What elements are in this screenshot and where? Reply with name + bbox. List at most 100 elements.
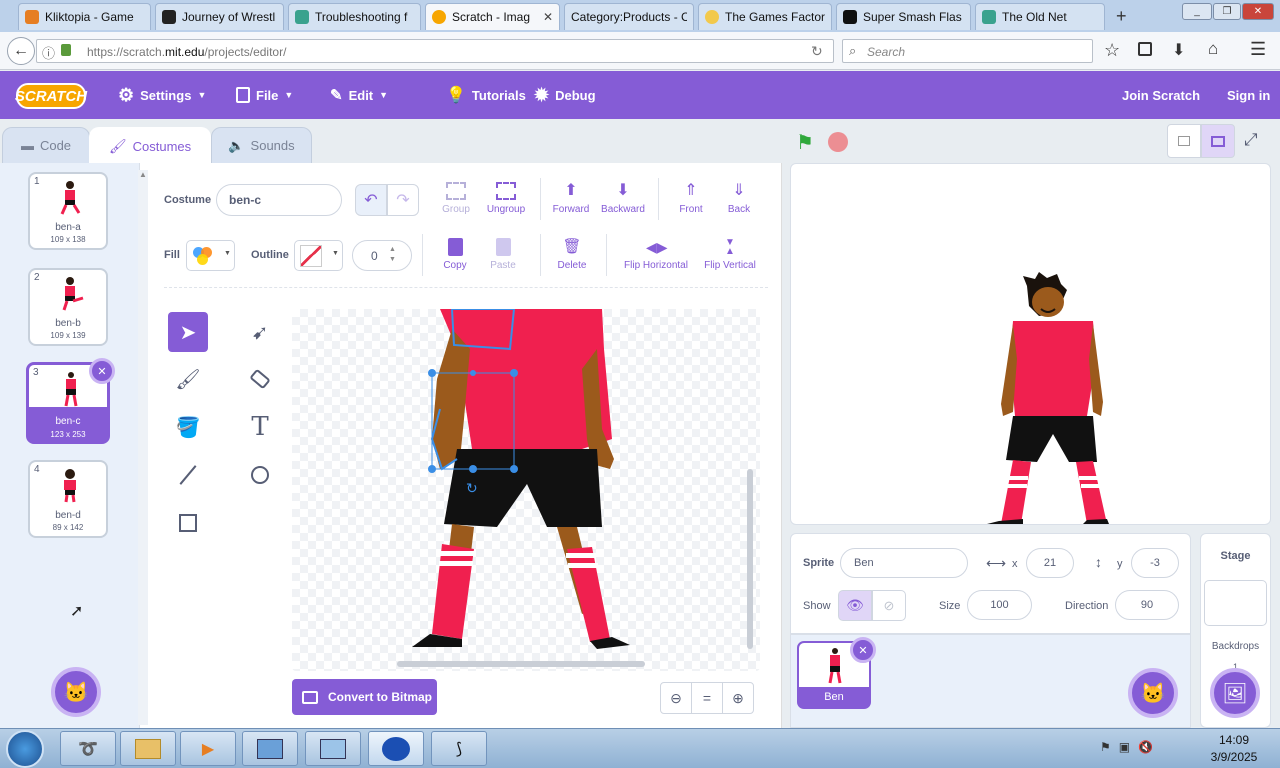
scratch-logo[interactable]: SCRATCH [15, 83, 87, 109]
debug-button[interactable]: ✹ Debug [534, 71, 596, 119]
costume-item[interactable]: 2 ben-b 109 x 139 [28, 268, 108, 346]
choose-costume-button[interactable]: 🐱 [51, 667, 101, 717]
stage-canvas[interactable] [790, 163, 1271, 525]
costume-name-input[interactable]: ben-c [216, 184, 342, 216]
fill-tool[interactable]: 🪣 [168, 407, 208, 447]
fullscreen-icon[interactable]: ⤢ [1244, 130, 1258, 150]
tab-code[interactable]: ▬ Code [2, 127, 90, 164]
redo-button[interactable]: ↷ [387, 184, 419, 216]
browser-tab[interactable]: The Old Net [975, 3, 1105, 30]
tab-costumes[interactable]: 🖌 Costumes [89, 127, 211, 165]
flip-horizontal-button[interactable]: ◀▶ Flip Horizontal [616, 238, 696, 271]
hamburger-menu-icon[interactable]: ☰ [1250, 39, 1266, 60]
info-icon[interactable]: ⓘ [42, 43, 55, 62]
sprite-name-input[interactable]: Ben [840, 548, 968, 578]
choose-sprite-button[interactable]: 🐱 [1128, 668, 1178, 718]
costume-list-scrollbar[interactable]: ▲ [138, 170, 148, 725]
text-tool[interactable]: T [240, 407, 280, 447]
close-window-icon[interactable]: ✕ [1242, 3, 1274, 20]
flip-vertical-button[interactable]: ▼ ▲ Flip Vertical [698, 238, 762, 272]
browser-tab[interactable]: Category:Products - C [564, 3, 694, 30]
zoom-reset-button[interactable]: = [691, 682, 723, 714]
x-input[interactable]: 21 [1026, 548, 1074, 578]
costume-item[interactable]: 1 ben-a 109 x 138 [28, 172, 108, 250]
new-tab-icon[interactable]: + [1116, 6, 1127, 27]
edit-menu[interactable]: ✎ Edit ▼ [330, 71, 388, 119]
eraser-tool[interactable] [240, 359, 280, 399]
folder-icon[interactable] [120, 731, 176, 766]
url-bar[interactable]: ⓘ https://scratch.mit.edu/projects/edito… [36, 39, 834, 63]
clock-date: 3/9/2025 [1210, 750, 1258, 764]
rectangle-tool[interactable] [168, 503, 208, 543]
direction-input[interactable]: 90 [1115, 590, 1179, 620]
large-stage-button[interactable] [1201, 124, 1235, 158]
stop-icon[interactable] [828, 132, 848, 152]
stepper-icon[interactable]: ▲ ▼ [389, 245, 396, 265]
start-button-icon[interactable] [6, 730, 44, 768]
image-icon [302, 690, 318, 704]
fill-color-picker[interactable]: ▼ [186, 240, 235, 271]
system-tray-icons[interactable]: ⚑▣🔇 [1100, 740, 1161, 754]
stage-thumbnail[interactable] [1204, 580, 1267, 626]
browser-tab[interactable]: Kliktopia - Game [18, 3, 151, 30]
paint-canvas[interactable]: ↻ [292, 309, 760, 671]
ungroup-button[interactable]: Ungroup [476, 182, 536, 215]
browser-tab[interactable]: Troubleshooting f [288, 3, 421, 30]
home-icon[interactable]: ⌂ [1208, 39, 1218, 59]
minimize-icon[interactable]: _ [1182, 3, 1212, 20]
back-arrow-icon[interactable]: ← [7, 37, 35, 65]
outline-width-input[interactable]: 0 ▲ ▼ [352, 240, 412, 271]
tab-sounds[interactable]: 🔈 Sounds [211, 127, 312, 164]
reshape-tool[interactable]: ➹ [240, 312, 280, 352]
forward-label: Forward [552, 204, 590, 215]
reading-list-icon[interactable] [1138, 42, 1152, 56]
circle-tool[interactable] [240, 455, 280, 495]
delete-button[interactable]: 🗑 Delete [542, 238, 602, 271]
copy-icon [447, 238, 463, 256]
undo-button[interactable]: ↶ [355, 184, 387, 216]
smash-app-icon[interactable]: ⟆ [431, 731, 487, 766]
close-tab-icon[interactable]: ✕ [543, 10, 553, 24]
browser-tab-active[interactable]: Scratch - Imag ✕ [425, 3, 560, 30]
show-sprite-button[interactable]: 👁 [838, 590, 872, 621]
taskbar-app-icon[interactable]: ➰ [60, 731, 116, 766]
small-stage-button[interactable] [1167, 124, 1201, 158]
game-app-icon[interactable] [368, 731, 424, 766]
reload-icon[interactable]: ↻ [811, 43, 823, 60]
convert-to-bitmap-button[interactable]: Convert to Bitmap [292, 679, 437, 715]
search-input[interactable]: ⌕ Search [842, 39, 1093, 63]
delete-costume-icon[interactable]: ✕ [89, 358, 115, 384]
forward-button[interactable]: ⬆ Forward [541, 182, 601, 215]
sign-in-button[interactable]: Sign in [1227, 71, 1270, 119]
bookmark-star-icon[interactable]: ☆ [1104, 40, 1120, 61]
tab-favicon-icon [982, 10, 996, 24]
zoom-out-button[interactable]: ⊖ [660, 682, 692, 714]
y-input[interactable]: -3 [1131, 548, 1179, 578]
settings-menu[interactable]: ⚙ Settings ▼ [118, 71, 206, 119]
file-menu[interactable]: File ▼ [236, 71, 293, 119]
browser-tab[interactable]: Journey of Wrestl [155, 3, 284, 30]
backward-button[interactable]: ⬇ Backward [593, 182, 653, 215]
control-panel-icon[interactable] [305, 731, 361, 766]
paste-button[interactable]: Paste [473, 238, 533, 271]
size-input[interactable]: 100 [967, 590, 1032, 620]
join-scratch-button[interactable]: Join Scratch [1122, 71, 1200, 119]
download-icon[interactable]: ⬇ [1172, 40, 1185, 60]
choose-backdrop-button[interactable]: 🖼 [1210, 668, 1260, 718]
tutorials-button[interactable]: 💡 Tutorials [446, 71, 526, 119]
restore-icon[interactable]: ❐ [1213, 3, 1241, 20]
delete-sprite-icon[interactable]: ✕ [850, 637, 876, 663]
media-player-icon[interactable]: ▶ [180, 731, 236, 766]
browser-tab[interactable]: Super Smash Flas [836, 3, 971, 30]
picture-icon[interactable] [242, 731, 298, 766]
zoom-in-button[interactable]: ⊕ [722, 682, 754, 714]
back-button[interactable]: ⇓ Back [709, 182, 769, 215]
brush-tool[interactable]: 🖌 [168, 359, 208, 399]
green-flag-icon[interactable]: ⚑ [796, 130, 814, 155]
outline-color-picker[interactable]: ▼ [294, 240, 343, 271]
browser-tab[interactable]: The Games Factor [698, 3, 832, 30]
select-tool[interactable]: ➤ [168, 312, 208, 352]
costume-item[interactable]: 4 ben-d 89 x 142 [28, 460, 108, 538]
line-tool[interactable] [168, 455, 208, 495]
hide-sprite-button[interactable]: ⊘ [872, 590, 906, 621]
